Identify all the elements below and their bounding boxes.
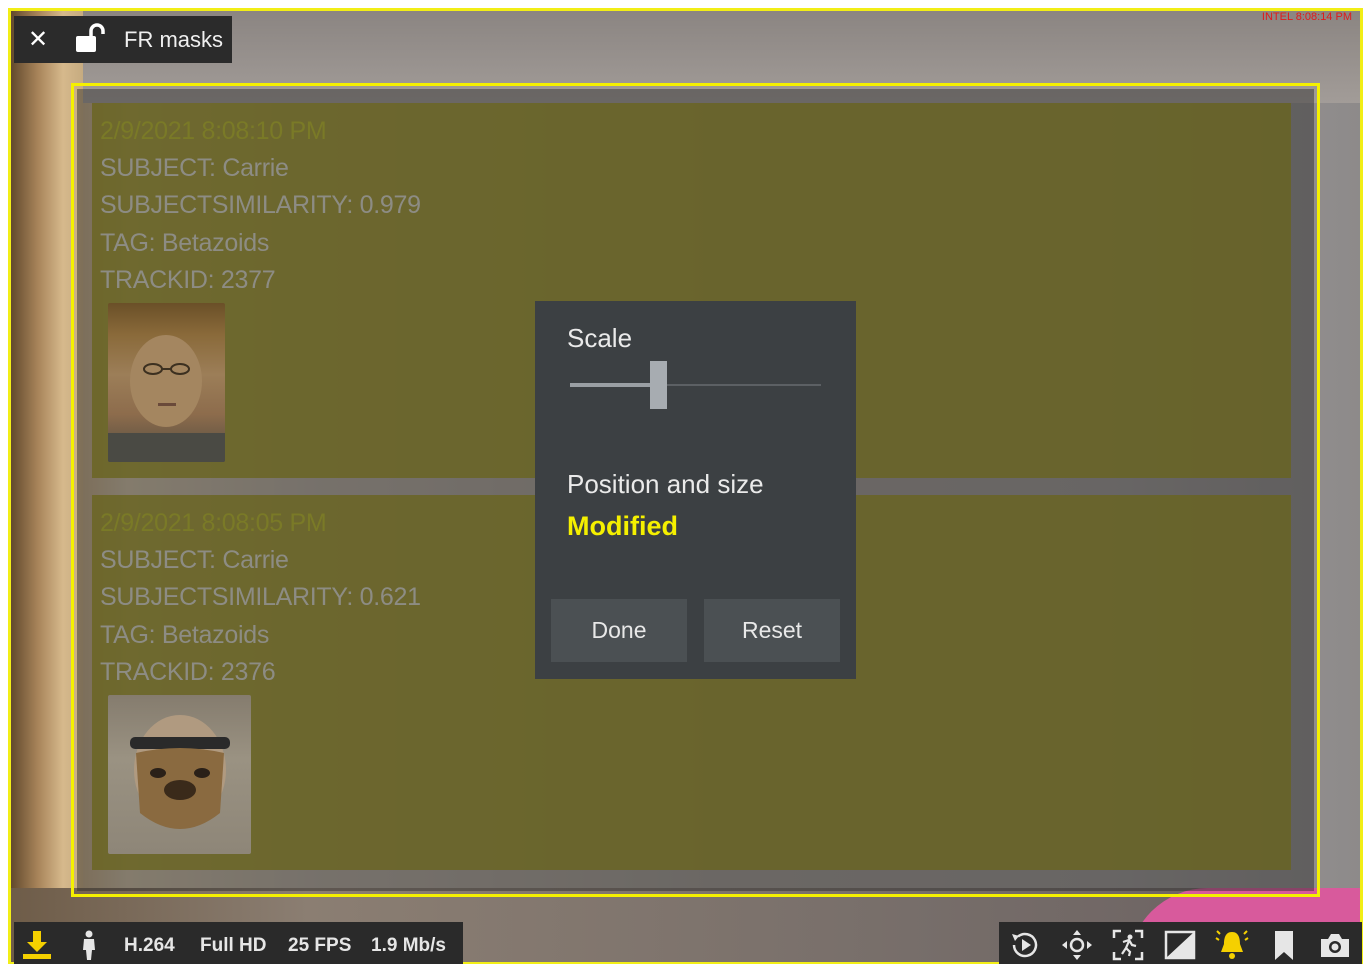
- detection-subject: SUBJECT: Carrie: [100, 154, 289, 182]
- mask-edit-dialog: Scale Position and size Modified Done Re…: [535, 301, 856, 679]
- resolution-label: Full HD: [200, 935, 267, 956]
- camera-title: FR masks: [124, 27, 223, 52]
- detection-timestamp: 2/9/2021 8:08:05 PM: [100, 509, 327, 537]
- alarm-bell-icon[interactable]: [1215, 928, 1249, 962]
- face-thumbnail: [108, 695, 251, 854]
- unlocked-padlock-icon[interactable]: [74, 22, 108, 56]
- position-size-label: Position and size: [567, 469, 764, 499]
- masked-face-portrait-icon: [130, 715, 230, 829]
- ptz-icon[interactable]: [1060, 928, 1094, 962]
- camera-title-bar: ✕ FR masks: [14, 16, 232, 63]
- detection-trackid: TRACKID: 2377: [100, 266, 276, 294]
- face-portrait-icon: [108, 335, 225, 462]
- playback-icon[interactable]: [1008, 928, 1042, 962]
- detection-tag: TAG: Betazoids: [100, 621, 270, 649]
- detection-subject: SUBJECT: Carrie: [100, 546, 289, 574]
- done-button[interactable]: Done: [551, 599, 687, 662]
- bookmark-icon[interactable]: [1267, 928, 1301, 962]
- detection-trackid: TRACKID: 2376: [100, 658, 276, 686]
- person-icon[interactable]: [72, 928, 106, 962]
- camera-tile: 2/9/2021 8:08:10 PM SUBJECT: Carrie SUBJ…: [0, 0, 1367, 967]
- modified-status: Modified: [567, 511, 678, 541]
- motion-detection-icon[interactable]: [1111, 928, 1145, 962]
- fps-label: 25 FPS: [288, 935, 352, 956]
- privacy-mask-icon[interactable]: [1163, 928, 1197, 962]
- stream-status-bar: H.264 Full HD 25 FPS 1.9 Mb/s: [14, 922, 463, 964]
- bitrate-label: 1.9 Mb/s: [371, 935, 446, 956]
- slider-fill: [570, 383, 653, 387]
- face-thumbnail: [108, 303, 225, 462]
- scale-label: Scale: [567, 323, 633, 353]
- overlay-timestamp: INTEL 8:08:14 PM: [1261, 11, 1352, 23]
- download-icon[interactable]: [20, 928, 54, 962]
- codec-label: H.264: [124, 935, 175, 956]
- camera-icon[interactable]: [1318, 928, 1352, 962]
- close-icon[interactable]: ✕: [28, 25, 48, 53]
- detection-tag: TAG: Betazoids: [100, 229, 270, 257]
- scale-slider[interactable]: [570, 361, 821, 419]
- slider-thumb[interactable]: [650, 361, 667, 409]
- reset-button[interactable]: Reset: [704, 599, 840, 662]
- detection-similarity: SUBJECTSIMILARITY: 0.979: [100, 191, 421, 219]
- detection-timestamp: 2/9/2021 8:08:10 PM: [100, 117, 327, 145]
- camera-toolbar: [999, 922, 1362, 964]
- detection-similarity: SUBJECTSIMILARITY: 0.621: [100, 583, 421, 611]
